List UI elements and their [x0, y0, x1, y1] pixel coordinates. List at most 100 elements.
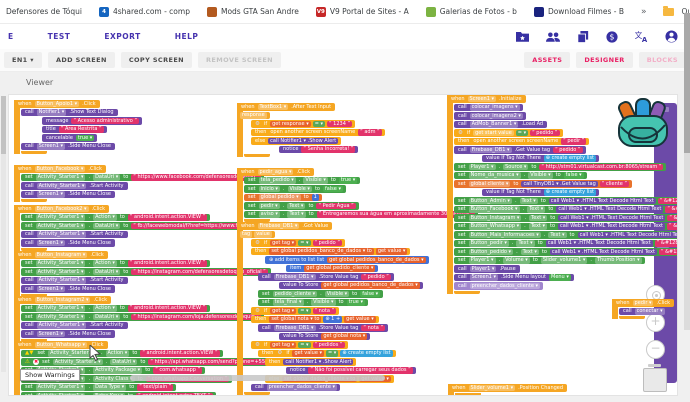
block-row[interactable]: callFirebase_DB1 ▾.Store Value tag“ pedi…	[258, 273, 394, 281]
block-row[interactable]: whenButton_Facebook2 ▾.Click	[14, 205, 109, 213]
block-row[interactable]: setButton_pedido ▾.Text ▾tocall Web1 ▾ .…	[454, 248, 678, 256]
block-row[interactable]: callActivity_Starter1 ▾.Start Activity	[21, 277, 128, 285]
account-icon[interactable]	[665, 30, 678, 43]
add-screen-button[interactable]: ADD SCREEN	[48, 52, 115, 68]
block-row[interactable]: then⚙ifget value ▾= ▾⊕ create empty list	[258, 350, 396, 358]
menu-item-help[interactable]: HELP	[175, 32, 199, 41]
block-row[interactable]: callScreen1 ▾.Side Menu Close	[21, 143, 115, 151]
block-row[interactable]: whenButton_Instagram2 ▾.Click	[14, 296, 111, 304]
block-row[interactable]: thenopen another screen screenName“ adm …	[251, 129, 385, 137]
trash-can[interactable]	[643, 368, 667, 392]
copy-icon[interactable]	[577, 31, 589, 43]
block-row[interactable]: ⊕ add items to list listget global pedid…	[265, 256, 429, 264]
block-row[interactable]: callScreen1 ▾.Side Menu Close	[21, 239, 115, 247]
block-row[interactable]: whenButton_Facebook ▾.Click	[14, 165, 106, 173]
block-row[interactable]: setPlayer1 ▾.Volume ▾toSlider_volume1 ▾.…	[454, 257, 645, 265]
backpack-icon[interactable]	[615, 97, 671, 153]
block-row[interactable]: notice“ Senha Incorreta! ”	[279, 146, 358, 154]
block-row[interactable]: ⚙ifget tag ▾= ▾“ pedidos ”	[251, 341, 348, 349]
block-row[interactable]: setButton_Instagram ▾.Text ▾tocall Web1 …	[454, 214, 678, 222]
block-row[interactable]: setActivity_Starter1 ▾.Action ▾to“ andro…	[21, 260, 210, 268]
block-row[interactable]: thenset global pedidos_banco_de_dados ▾ …	[251, 248, 410, 256]
block-row[interactable]: tagvalue	[237, 231, 275, 239]
block-row[interactable]: ⚙ifget tag ▾= ▾“ pedido ”	[251, 239, 345, 247]
block-row[interactable]: ⚙ifget start value= ▾“ pedido ”	[454, 129, 563, 137]
designer-button[interactable]: DESIGNER	[576, 52, 632, 68]
block-row[interactable]: setglobal pedido ▾to 1	[244, 194, 322, 202]
block-row[interactable]: setpedir ▾.Text ▾to“ Pedir Água ”	[244, 202, 359, 210]
assets-button[interactable]: ASSETS	[524, 52, 570, 68]
left-scrollbar[interactable]	[1, 96, 6, 372]
block-row[interactable]: setButton_Facebook ▾.Text ▾tocall Web1 ▾…	[454, 206, 678, 214]
block-row[interactable]: callActivity_Starter1 ▾.Start Activity	[21, 182, 128, 190]
block-row[interactable]: whenpedir ▾.Click	[612, 299, 674, 307]
block-row[interactable]: elsecall Notifier1 ▾ .Show Alert	[251, 137, 341, 145]
window-scrollbar-thumb[interactable]	[684, 13, 690, 153]
block-row[interactable]: setButton_Whatsapp ▾.Text ▾tocall Web1 ▾…	[454, 223, 678, 231]
block-row[interactable]: setActivity_Starter1 ▾.Action ▾to“ andro…	[21, 305, 210, 313]
block-row[interactable]: callPlayer1 ▾.Pause	[454, 265, 520, 273]
block-row[interactable]: setActivity_Starter1 ▾.DataUri ▾to“ http…	[21, 313, 264, 321]
block-row[interactable]: callScreen1 ▾.Side Menu layoutMenu ▾	[454, 274, 574, 282]
bookmark-item[interactable]: Download Filmes - B	[534, 7, 624, 17]
zoom-out-button[interactable]: −	[646, 340, 665, 359]
menu-item-export[interactable]: EXPORT	[104, 32, 140, 41]
screen-selector[interactable]: EN1 ▾	[4, 52, 42, 68]
block-row[interactable]: setActivity_Starter1 ▾.Data Type ▾to“ te…	[21, 384, 176, 392]
block-row[interactable]: setinicio ▾.Visible ▾tofalse ▾	[244, 185, 346, 193]
translate-icon[interactable]: 文A	[635, 31, 648, 43]
block-row[interactable]: settela_pedido ▾.Visible ▾totrue ▾	[244, 177, 360, 185]
block-row[interactable]: callFirebase_DB1 ▾.Get Value tag“ pedido…	[454, 146, 586, 154]
block-row[interactable]: callcolocar_imagens ▾	[454, 104, 523, 112]
block-row[interactable]: setNome_da_musica ▾.Visible ▾tofalse ▾	[454, 172, 587, 180]
block-row[interactable]: ⚙ifget tag ▾= ▾“ nota ”	[251, 307, 339, 315]
block-row[interactable]: cancelabletrue ▾	[42, 134, 97, 142]
bookmarks-overflow-chevron[interactable]: »	[641, 7, 647, 17]
block-stack[interactable]: whenButton_Apoio1 ▾.ClickcallNotifier1 ▾…	[14, 100, 142, 154]
block-stack[interactable]: whenFirebase_DB1 ▾.Got Valuetagvalue⚙ifg…	[237, 222, 429, 395]
bookmark-item[interactable]: Defensores de Tóqui	[6, 7, 82, 16]
block-row[interactable]: response	[237, 112, 270, 120]
block-row[interactable]: title“ Área Restrita ”	[42, 126, 107, 134]
block-row[interactable]: whenSlider_volume1 ▾.Position Changed	[448, 384, 567, 392]
show-warnings-tooltip[interactable]: Show Warnings	[20, 369, 80, 381]
block-row[interactable]: whenButton_Instagram ▾.Click	[14, 251, 108, 259]
block-row[interactable]: callScreen1 ▾.Side Menu Close	[21, 330, 115, 338]
block-row[interactable]: whenpedir_agua ▾.Click	[237, 168, 314, 176]
blocks-canvas[interactable]: + − Show Warnings whenButton_Apoio1 ▾.Cl…	[8, 94, 678, 396]
block-row[interactable]: setButton_pedir ▾.Text ▾tocall Web1 ▾ .H…	[454, 240, 678, 248]
horizontal-scrollbar-thumb[interactable]	[130, 375, 385, 381]
block-row[interactable]: value To Storeget global pedidos_banco_d…	[279, 282, 423, 290]
block-row[interactable]: setButton_Mais_Informacoes ▾.Text ▾tocal…	[454, 231, 678, 239]
block-row[interactable]: callActivity_Starter1 ▾.Start Activity	[21, 322, 128, 330]
block-row[interactable]: settela_final ▾.Visible ▾totrue ▾	[258, 299, 368, 307]
block-row[interactable]: setActivity_Starter1 ▾.DataUri ▾to“ http…	[21, 268, 271, 276]
copy-screen-button[interactable]: COPY SCREEN	[121, 52, 192, 68]
block-stack[interactable]: whenButton_Instagram ▾.ClicksetActivity_…	[14, 251, 271, 297]
block-row[interactable]: setButton_Admin ▾.Text ▾tocall Web1 ▾ .H…	[454, 197, 678, 205]
block-row[interactable]: whenButton_Apoio1 ▾.Click	[14, 100, 100, 108]
block-row[interactable]: value To Storeget global nota ▾	[279, 333, 370, 341]
menu-item-cropped[interactable]: E	[8, 32, 14, 41]
block-row[interactable]: notice“ Não foi possível carregar seus d…	[286, 367, 416, 375]
block-row[interactable]: callcolocar_imagens2 ▾	[454, 112, 526, 120]
block-row[interactable]: callpreencher_dados_cliente ▾	[454, 282, 543, 290]
earnings-icon[interactable]: $	[606, 31, 618, 43]
block-row[interactable]: thencall Notifier1 ▾ .Show Alert	[265, 358, 356, 366]
block-row[interactable]: callFirebase_DB1 ▾.Store Value tag“ nota…	[258, 324, 388, 332]
block-row[interactable]: callpreencher_dados_cliente ▾	[251, 384, 340, 392]
block-row[interactable]: setActivity_Starter1 ▾.Action ▾to“ andro…	[21, 214, 210, 222]
block-row[interactable]: whenTextBox1 ▾.After Text Input	[237, 103, 335, 111]
block-row[interactable]: callconectar ▾	[619, 308, 668, 316]
bookmark-item[interactable]: Mods GTA San Andre	[207, 7, 299, 17]
block-row[interactable]: setpedido_cliente ▾.Visible ▾tofalse ▾	[258, 290, 383, 298]
block-row[interactable]: setglobal cliente ▾tocall TinyDB1 ▾ .Get…	[454, 180, 632, 188]
block-row[interactable]: value If Tag Not There⊕ create empty lis…	[482, 189, 599, 197]
block-row[interactable]: message“ Acesso administrativo ”	[42, 117, 142, 125]
block-row[interactable]: callActivity_Starter1 ▾.Start Activity	[21, 231, 128, 239]
left-scrollbar-thumb[interactable]	[1, 96, 6, 154]
bookmark-item[interactable]: 44shared.com - comp	[99, 7, 190, 17]
block-row[interactable]: callAdMob_Banner1 ▾.Load Ad	[454, 121, 547, 129]
block-row[interactable]: callNotifier1 ▾.Show Text Dialog	[21, 109, 118, 117]
block-row[interactable]: value If Tag Not There⊕ create empty lis…	[482, 155, 599, 163]
